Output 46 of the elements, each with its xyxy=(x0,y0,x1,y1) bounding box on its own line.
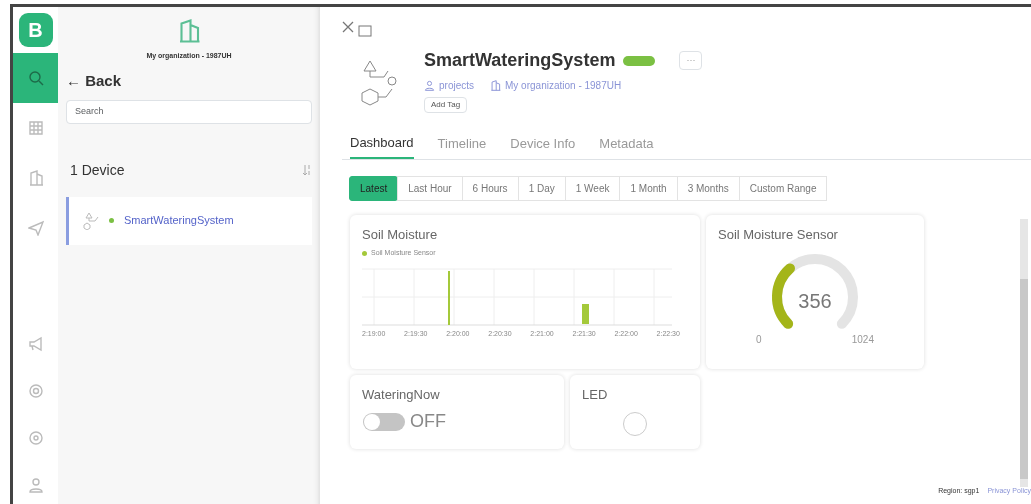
range-button[interactable]: 3 Months xyxy=(676,175,740,201)
send-icon xyxy=(27,220,44,236)
tab[interactable]: Device Info xyxy=(510,129,576,159)
widget-title: Soil Moisture xyxy=(362,225,439,244)
tab[interactable]: Timeline xyxy=(437,129,487,159)
sort-icon[interactable] xyxy=(302,164,312,176)
range-button[interactable]: Last Hour xyxy=(397,175,463,201)
grid-icon xyxy=(27,120,44,136)
logo: B xyxy=(18,13,53,47)
building-icon xyxy=(177,19,201,43)
device-count: 1 Device xyxy=(70,160,125,180)
range-button[interactable]: Latest xyxy=(349,175,399,201)
widget-title: Soil Moisture Sensor xyxy=(718,225,839,244)
device-item[interactable]: SmartWateringSystem xyxy=(66,196,312,245)
nav-button[interactable] xyxy=(13,53,58,103)
more-button[interactable]: ··· xyxy=(679,50,703,71)
add-tag-button[interactable]: Add Tag xyxy=(424,97,468,113)
tab[interactable]: Metadata xyxy=(599,129,654,159)
widget-title: LED xyxy=(582,385,609,404)
range-button[interactable]: 6 Hours xyxy=(461,175,519,201)
owner-link[interactable]: projects xyxy=(439,78,474,93)
gauge-max: 1024 xyxy=(851,333,874,347)
building-icon xyxy=(27,170,44,186)
building-icon xyxy=(490,80,501,91)
gauge-value: 356 xyxy=(797,289,833,314)
organization-link[interactable]: My organization - 1987UH xyxy=(505,78,622,93)
gauge-fill xyxy=(772,263,795,329)
user-icon xyxy=(424,80,435,91)
device-icon xyxy=(83,211,99,230)
tab[interactable]: Dashboard xyxy=(350,129,414,159)
megaphone-icon xyxy=(27,335,44,352)
gauge-min: 0 xyxy=(756,333,762,347)
device-title: SmartWateringSystem xyxy=(424,49,616,72)
range-button[interactable]: 1 Month xyxy=(619,175,678,201)
toggle-state: OFF xyxy=(410,410,446,433)
scrollbar[interactable] xyxy=(1020,219,1028,487)
range-button[interactable]: 1 Week xyxy=(564,175,621,201)
search-icon xyxy=(27,70,44,86)
user-icon xyxy=(27,476,44,493)
back-link[interactable]: ← Back xyxy=(66,69,312,92)
toggle-switch[interactable] xyxy=(362,411,406,432)
device-name: SmartWateringSystem xyxy=(124,213,234,229)
search-field[interactable]: Search xyxy=(66,100,312,124)
widget-title: WateringNow xyxy=(362,385,441,404)
range-button[interactable]: 1 Day xyxy=(517,175,566,201)
range-button[interactable]: Custom Range xyxy=(738,175,828,201)
